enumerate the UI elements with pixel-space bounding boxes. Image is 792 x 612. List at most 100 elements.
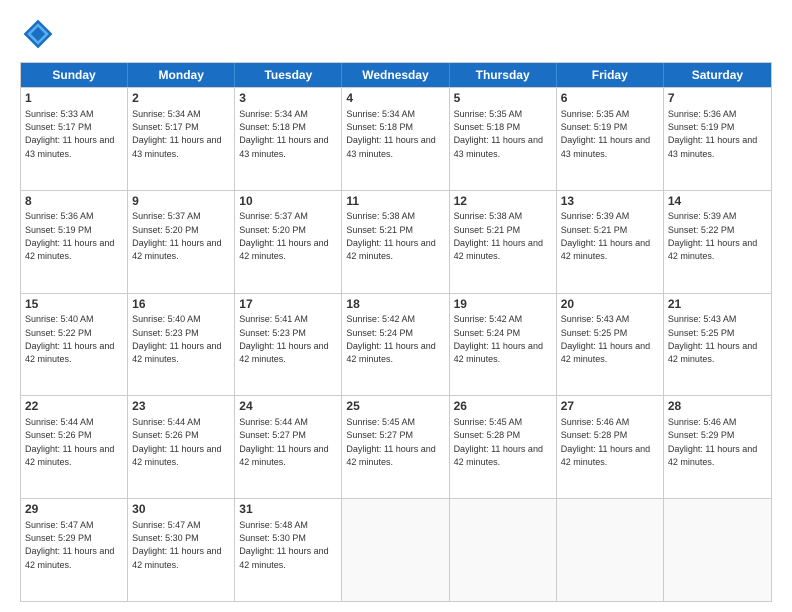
- calendar-body: 1Sunrise: 5:33 AMSunset: 5:17 PMDaylight…: [21, 87, 771, 601]
- calendar-cell: 28 Sunrise: 5:46 AMSunset: 5:29 PMDayligh…: [664, 396, 771, 498]
- calendar-cell: 8Sunrise: 5:36 AMSunset: 5:19 PMDaylight…: [21, 191, 128, 293]
- day-number: 26: [454, 399, 552, 415]
- cell-content: Sunrise: 5:44 AMSunset: 5:26 PMDaylight:…: [25, 417, 114, 467]
- header: [20, 16, 772, 52]
- day-number: 23: [132, 399, 230, 415]
- day-number: 28: [668, 399, 767, 415]
- calendar-cell: 19Sunrise: 5:42 AMSunset: 5:24 PMDayligh…: [450, 294, 557, 396]
- day-number: 15: [25, 297, 123, 313]
- calendar-cell: 27 Sunrise: 5:46 AMSunset: 5:28 PMDayligh…: [557, 396, 664, 498]
- calendar-cell: 17Sunrise: 5:41 AMSunset: 5:23 PMDayligh…: [235, 294, 342, 396]
- calendar-cell: 29 Sunrise: 5:47 AMSunset: 5:29 PMDayligh…: [21, 499, 128, 601]
- calendar-cell: 4Sunrise: 5:34 AMSunset: 5:18 PMDaylight…: [342, 88, 449, 190]
- day-number: 27: [561, 399, 659, 415]
- cell-content: Sunrise: 5:45 AMSunset: 5:28 PMDaylight:…: [454, 417, 543, 467]
- calendar-cell: 16Sunrise: 5:40 AMSunset: 5:23 PMDayligh…: [128, 294, 235, 396]
- calendar: SundayMondayTuesdayWednesdayThursdayFrid…: [20, 62, 772, 602]
- cell-content: Sunrise: 5:38 AMSunset: 5:21 PMDaylight:…: [346, 211, 435, 261]
- cell-content: Sunrise: 5:41 AMSunset: 5:23 PMDaylight:…: [239, 314, 328, 364]
- day-number: 2: [132, 91, 230, 107]
- calendar-cell: 2Sunrise: 5:34 AMSunset: 5:17 PMDaylight…: [128, 88, 235, 190]
- day-number: 4: [346, 91, 444, 107]
- calendar-cell: 6 Sunrise: 5:35 AMSunset: 5:19 PMDaylight…: [557, 88, 664, 190]
- day-number: 6: [561, 91, 659, 107]
- calendar-row-1: 1Sunrise: 5:33 AMSunset: 5:17 PMDaylight…: [21, 87, 771, 190]
- calendar-cell: 21Sunrise: 5:43 AMSunset: 5:25 PMDayligh…: [664, 294, 771, 396]
- cell-content: Sunrise: 5:44 AMSunset: 5:26 PMDaylight:…: [132, 417, 221, 467]
- cell-content: Sunrise: 5:37 AMSunset: 5:20 PMDaylight:…: [132, 211, 221, 261]
- cell-content: Sunrise: 5:46 AMSunset: 5:29 PMDaylight:…: [668, 417, 757, 467]
- day-number: 5: [454, 91, 552, 107]
- cell-content: Sunrise: 5:36 AMSunset: 5:19 PMDaylight:…: [668, 109, 757, 159]
- day-number: 25: [346, 399, 444, 415]
- cell-content: Sunrise: 5:42 AMSunset: 5:24 PMDaylight:…: [454, 314, 543, 364]
- cell-content: Sunrise: 5:47 AMSunset: 5:30 PMDaylight:…: [132, 520, 221, 570]
- day-number: 14: [668, 194, 767, 210]
- cell-content: Sunrise: 5:40 AMSunset: 5:23 PMDaylight:…: [132, 314, 221, 364]
- calendar-cell: 9Sunrise: 5:37 AMSunset: 5:20 PMDaylight…: [128, 191, 235, 293]
- page: SundayMondayTuesdayWednesdayThursdayFrid…: [0, 0, 792, 612]
- day-number: 20: [561, 297, 659, 313]
- calendar-cell: 18Sunrise: 5:42 AMSunset: 5:24 PMDayligh…: [342, 294, 449, 396]
- cell-content: Sunrise: 5:36 AMSunset: 5:19 PMDaylight:…: [25, 211, 114, 261]
- calendar-header-monday: Monday: [128, 63, 235, 87]
- cell-content: Sunrise: 5:44 AMSunset: 5:27 PMDaylight:…: [239, 417, 328, 467]
- logo: [20, 16, 62, 52]
- calendar-cell: 22Sunrise: 5:44 AMSunset: 5:26 PMDayligh…: [21, 396, 128, 498]
- day-number: 24: [239, 399, 337, 415]
- calendar-cell: 12Sunrise: 5:38 AMSunset: 5:21 PMDayligh…: [450, 191, 557, 293]
- day-number: 18: [346, 297, 444, 313]
- calendar-cell: [664, 499, 771, 601]
- cell-content: Sunrise: 5:34 AMSunset: 5:18 PMDaylight:…: [239, 109, 328, 159]
- cell-content: Sunrise: 5:35 AMSunset: 5:19 PMDaylight:…: [561, 109, 650, 159]
- calendar-header: SundayMondayTuesdayWednesdayThursdayFrid…: [21, 63, 771, 87]
- calendar-cell: 3 Sunrise: 5:34 AMSunset: 5:18 PMDaylight…: [235, 88, 342, 190]
- cell-content: Sunrise: 5:42 AMSunset: 5:24 PMDaylight:…: [346, 314, 435, 364]
- cell-content: Sunrise: 5:43 AMSunset: 5:25 PMDaylight:…: [668, 314, 757, 364]
- day-number: 13: [561, 194, 659, 210]
- calendar-cell: 13Sunrise: 5:39 AMSunset: 5:21 PMDayligh…: [557, 191, 664, 293]
- cell-content: Sunrise: 5:45 AMSunset: 5:27 PMDaylight:…: [346, 417, 435, 467]
- calendar-cell: 30 Sunrise: 5:47 AMSunset: 5:30 PMDayligh…: [128, 499, 235, 601]
- calendar-row-4: 22Sunrise: 5:44 AMSunset: 5:26 PMDayligh…: [21, 395, 771, 498]
- day-number: 30: [132, 502, 230, 518]
- calendar-cell: 25 Sunrise: 5:45 AMSunset: 5:27 PMDayligh…: [342, 396, 449, 498]
- calendar-header-saturday: Saturday: [664, 63, 771, 87]
- day-number: 7: [668, 91, 767, 107]
- day-number: 19: [454, 297, 552, 313]
- calendar-cell: 7 Sunrise: 5:36 AMSunset: 5:19 PMDaylight…: [664, 88, 771, 190]
- cell-content: Sunrise: 5:33 AMSunset: 5:17 PMDaylight:…: [25, 109, 114, 159]
- calendar-row-5: 29 Sunrise: 5:47 AMSunset: 5:29 PMDayligh…: [21, 498, 771, 601]
- cell-content: Sunrise: 5:40 AMSunset: 5:22 PMDaylight:…: [25, 314, 114, 364]
- cell-content: Sunrise: 5:38 AMSunset: 5:21 PMDaylight:…: [454, 211, 543, 261]
- calendar-header-tuesday: Tuesday: [235, 63, 342, 87]
- cell-content: Sunrise: 5:35 AMSunset: 5:18 PMDaylight:…: [454, 109, 543, 159]
- day-number: 21: [668, 297, 767, 313]
- cell-content: Sunrise: 5:39 AMSunset: 5:21 PMDaylight:…: [561, 211, 650, 261]
- calendar-cell: 20Sunrise: 5:43 AMSunset: 5:25 PMDayligh…: [557, 294, 664, 396]
- day-number: 31: [239, 502, 337, 518]
- cell-content: Sunrise: 5:43 AMSunset: 5:25 PMDaylight:…: [561, 314, 650, 364]
- day-number: 12: [454, 194, 552, 210]
- calendar-cell: [557, 499, 664, 601]
- calendar-cell: [342, 499, 449, 601]
- day-number: 29: [25, 502, 123, 518]
- day-number: 3: [239, 91, 337, 107]
- cell-content: Sunrise: 5:46 AMSunset: 5:28 PMDaylight:…: [561, 417, 650, 467]
- cell-content: Sunrise: 5:47 AMSunset: 5:29 PMDaylight:…: [25, 520, 114, 570]
- day-number: 11: [346, 194, 444, 210]
- calendar-header-sunday: Sunday: [21, 63, 128, 87]
- calendar-header-thursday: Thursday: [450, 63, 557, 87]
- calendar-cell: 10Sunrise: 5:37 AMSunset: 5:20 PMDayligh…: [235, 191, 342, 293]
- calendar-row-3: 15Sunrise: 5:40 AMSunset: 5:22 PMDayligh…: [21, 293, 771, 396]
- calendar-cell: 11Sunrise: 5:38 AMSunset: 5:21 PMDayligh…: [342, 191, 449, 293]
- cell-content: Sunrise: 5:37 AMSunset: 5:20 PMDaylight:…: [239, 211, 328, 261]
- calendar-row-2: 8Sunrise: 5:36 AMSunset: 5:19 PMDaylight…: [21, 190, 771, 293]
- cell-content: Sunrise: 5:39 AMSunset: 5:22 PMDaylight:…: [668, 211, 757, 261]
- calendar-cell: 5 Sunrise: 5:35 AMSunset: 5:18 PMDaylight…: [450, 88, 557, 190]
- calendar-cell: [450, 499, 557, 601]
- calendar-cell: 24 Sunrise: 5:44 AMSunset: 5:27 PMDayligh…: [235, 396, 342, 498]
- day-number: 17: [239, 297, 337, 313]
- logo-icon: [20, 16, 56, 52]
- calendar-cell: 23 Sunrise: 5:44 AMSunset: 5:26 PMDayligh…: [128, 396, 235, 498]
